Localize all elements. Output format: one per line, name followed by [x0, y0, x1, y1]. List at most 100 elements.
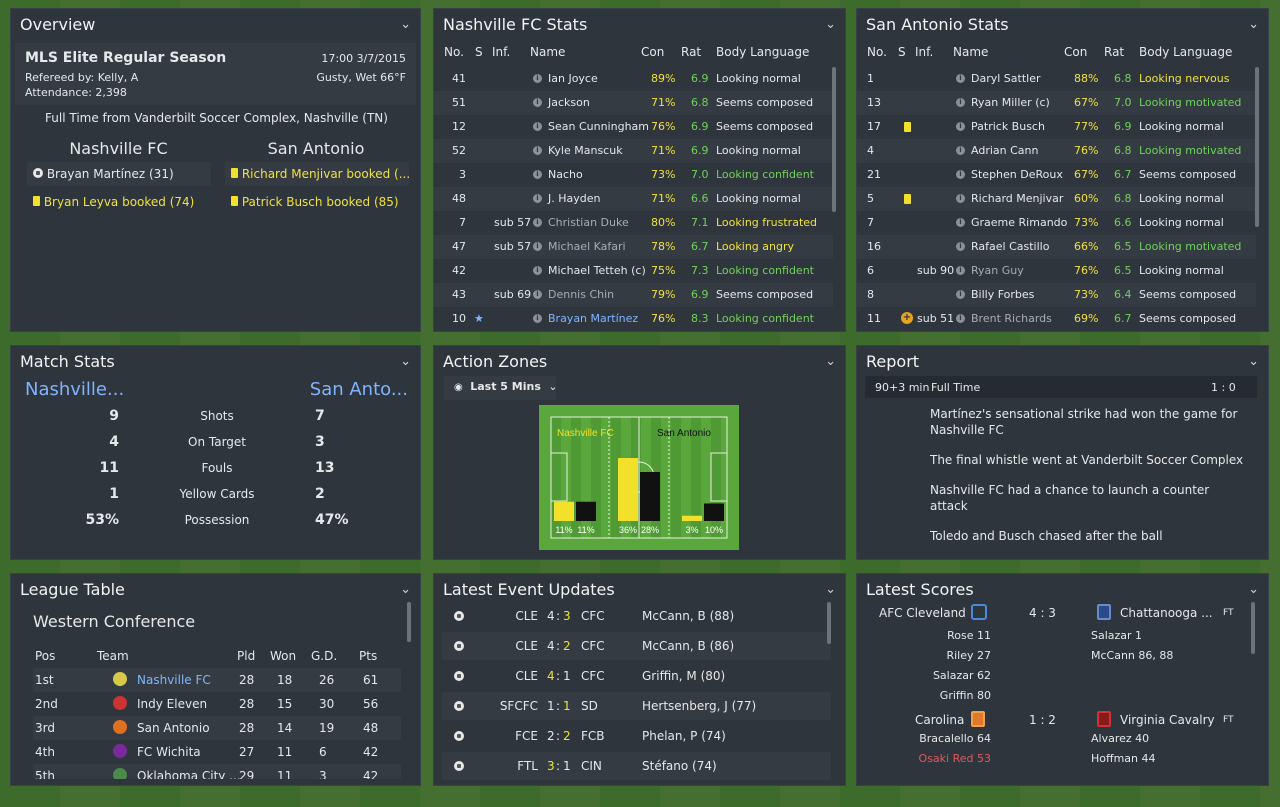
home-team-name[interactable]: Nashville FC: [31, 139, 206, 158]
chevron-down-icon[interactable]: ⌄: [825, 582, 836, 597]
info-icon[interactable]: i: [533, 290, 542, 299]
scrollbar[interactable]: [827, 602, 831, 644]
info-icon[interactable]: i: [533, 146, 542, 155]
player-row[interactable]: 3 i Nacho 73% 7.0 Looking confident: [434, 163, 833, 187]
panel-title: Overview: [20, 14, 96, 34]
player-row[interactable]: 52 i Kyle Manscuk 71% 6.9 Looking normal: [434, 139, 833, 163]
info-icon[interactable]: i: [956, 122, 965, 131]
player-row[interactable]: 7 i Graeme Rimando 73% 6.6 Looking normal: [857, 211, 1256, 235]
col-inf[interactable]: Inf.: [915, 45, 933, 59]
player-row[interactable]: 1 i Daryl Sattler 88% 6.8 Looking nervous: [857, 67, 1256, 91]
chevron-down-icon[interactable]: ⌄: [400, 354, 411, 369]
league-row[interactable]: 1st Nashville FC 28 18 26 61: [33, 668, 401, 692]
event-row[interactable]: FTL 3:1 CIN Stéfano (74): [442, 752, 831, 780]
score-result[interactable]: 4 : 3: [1029, 606, 1056, 620]
event-row[interactable]: CLE 4:3 CFC McCann, B (88): [442, 602, 831, 630]
score-away-team[interactable]: Chattanooga ...: [1120, 606, 1213, 620]
scrollbar[interactable]: [1255, 67, 1259, 227]
col-body-language[interactable]: Body Language: [1139, 45, 1232, 59]
col-name[interactable]: Name: [953, 45, 988, 59]
col-con[interactable]: Con: [1064, 45, 1087, 59]
info-icon[interactable]: i: [533, 242, 542, 251]
overview-header[interactable]: Overview ⌄: [11, 9, 420, 39]
score-away-team[interactable]: Virginia Cavalry: [1120, 713, 1215, 727]
info-icon[interactable]: i: [956, 314, 965, 323]
player-row[interactable]: 42 i Michael Tetteh (c) 75% 7.3 Looking confi…: [434, 259, 833, 283]
scrollbar[interactable]: [1251, 602, 1255, 654]
info-icon[interactable]: i: [956, 194, 965, 203]
nashville-stats-header[interactable]: Nashville FC Stats ⌄: [434, 9, 845, 39]
player-row[interactable]: 11 + sub 51 i Brent Richards 69% 6.7 Seems comp…: [857, 307, 1256, 331]
player-row[interactable]: 8 i Billy Forbes 73% 6.4 Seems composed: [857, 283, 1256, 307]
player-row[interactable]: 12 i Sean Cunningham 76% 6.9 Seems composed: [434, 115, 833, 139]
col-s[interactable]: S: [475, 45, 483, 59]
col-inf[interactable]: Inf.: [492, 45, 510, 59]
info-icon[interactable]: i: [956, 170, 965, 179]
player-row[interactable]: 5 i Richard Menjivar 60% 6.8 Looking normal: [857, 187, 1256, 211]
action-zones-header[interactable]: Action Zones ⌄: [434, 346, 845, 376]
player-row[interactable]: 47 sub 57 i Michael Kafari 78% 6.7 Looking ang…: [434, 235, 833, 259]
info-icon[interactable]: i: [956, 266, 965, 275]
col-name[interactable]: Name: [530, 45, 565, 59]
info-icon[interactable]: i: [956, 242, 965, 251]
scrollbar[interactable]: [407, 602, 411, 642]
player-row[interactable]: 43 sub 69 i Dennis Chin 79% 6.9 Seems composed: [434, 283, 833, 307]
score-home-team[interactable]: Carolina: [915, 713, 964, 727]
player-row[interactable]: 4 i Adrian Cann 76% 6.8 Looking motivated: [857, 139, 1256, 163]
info-icon[interactable]: i: [533, 98, 542, 107]
info-icon[interactable]: i: [533, 194, 542, 203]
info-icon[interactable]: i: [533, 314, 542, 323]
info-icon[interactable]: i: [956, 218, 965, 227]
latest-scores-header[interactable]: Latest Scores ⌄: [857, 574, 1268, 604]
league-row[interactable]: 5th Oklahoma City ... 29 11 3 42: [33, 764, 401, 779]
chevron-down-icon[interactable]: ⌄: [825, 17, 836, 32]
league-row[interactable]: 4th FC Wichita 27 11 6 42: [33, 740, 401, 764]
player-row[interactable]: 13 i Ryan Miller (c) 67% 7.0 Looking motivate…: [857, 91, 1256, 115]
chevron-down-icon[interactable]: ⌄: [1248, 17, 1259, 32]
player-row[interactable]: 17 i Patrick Busch 77% 6.9 Looking normal: [857, 115, 1256, 139]
event-row[interactable]: SFCFC 1:1 SD Hertsenberg, J (77): [442, 692, 831, 720]
match-stats-header[interactable]: Match Stats ⌄: [11, 346, 420, 376]
league-row[interactable]: 2nd Indy Eleven 28 15 30 56: [33, 692, 401, 716]
player-row[interactable]: 7 sub 57 i Christian Duke 80% 7.1 Looking frus…: [434, 211, 833, 235]
event-row[interactable]: CLE 4:2 CFC McCann, B (86): [442, 632, 831, 660]
player-row[interactable]: 21 i Stephen DeRoux 67% 6.7 Seems composed: [857, 163, 1256, 187]
col-no[interactable]: No.: [444, 45, 464, 59]
chevron-down-icon[interactable]: ⌄: [400, 17, 411, 32]
league-row[interactable]: 3rd San Antonio 28 14 19 48: [33, 716, 401, 740]
player-row[interactable]: 41 i Ian Joyce 89% 6.9 Looking normal: [434, 67, 833, 91]
player-row[interactable]: 51 i Jackson 71% 6.8 Seems composed: [434, 91, 833, 115]
player-row[interactable]: 10 ★ i Brayan Martínez 76% 8.3 Looking confide…: [434, 307, 833, 331]
info-icon[interactable]: i: [533, 266, 542, 275]
col-rat[interactable]: Rat: [1104, 45, 1124, 59]
info-icon[interactable]: i: [533, 218, 542, 227]
chevron-down-icon[interactable]: ⌄: [825, 354, 836, 369]
col-con[interactable]: Con: [641, 45, 664, 59]
away-team-name[interactable]: San Antonio: [226, 139, 406, 158]
col-no[interactable]: No.: [867, 45, 887, 59]
chevron-down-icon[interactable]: ⌄: [1248, 582, 1259, 597]
player-row[interactable]: 48 i J. Hayden 71% 6.6 Looking normal: [434, 187, 833, 211]
col-body-language[interactable]: Body Language: [716, 45, 809, 59]
info-icon[interactable]: i: [956, 98, 965, 107]
time-filter-dropdown[interactable]: ◉ Last 5 Mins ⌄: [444, 376, 558, 400]
info-icon[interactable]: i: [956, 290, 965, 299]
latest-events-header[interactable]: Latest Event Updates ⌄: [434, 574, 845, 604]
chevron-down-icon[interactable]: ⌄: [1248, 354, 1259, 369]
info-icon[interactable]: i: [533, 122, 542, 131]
player-row[interactable]: 6 sub 90 i Ryan Guy 76% 6.5 Looking normal: [857, 259, 1256, 283]
info-icon[interactable]: i: [956, 146, 965, 155]
report-header[interactable]: Report ⌄: [857, 346, 1268, 376]
col-rat[interactable]: Rat: [681, 45, 701, 59]
info-icon[interactable]: i: [533, 74, 542, 83]
info-icon[interactable]: i: [956, 74, 965, 83]
score-result[interactable]: 1 : 2: [1029, 713, 1056, 727]
event-row[interactable]: FCE 2:2 FCB Phelan, P (74): [442, 722, 831, 750]
event-row[interactable]: CLE 4:1 CFC Griffin, M (80): [442, 662, 831, 690]
info-icon[interactable]: i: [533, 170, 542, 179]
scrollbar[interactable]: [832, 67, 836, 212]
score-home-team[interactable]: AFC Cleveland: [879, 606, 966, 620]
player-row[interactable]: 16 i Rafael Castillo 66% 6.5 Looking motivate…: [857, 235, 1256, 259]
san-antonio-stats-header[interactable]: San Antonio Stats ⌄: [857, 9, 1268, 39]
col-s[interactable]: S: [898, 45, 906, 59]
